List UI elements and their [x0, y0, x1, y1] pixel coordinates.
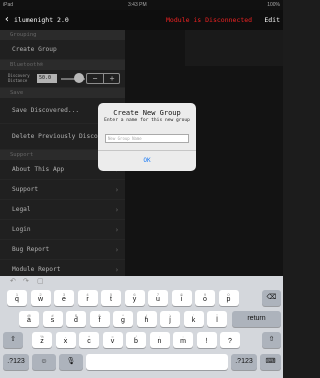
ok-button[interactable]: OK — [98, 151, 196, 171]
key-label: g — [121, 317, 125, 324]
create-group-dialog: Create New Group Enter a name for this n… — [98, 103, 196, 171]
device-label: iPad — [3, 2, 14, 8]
key-label: s — [50, 317, 55, 324]
key-i[interactable]: 8i — [171, 290, 192, 306]
return-key[interactable]: return — [232, 311, 281, 327]
key-p[interactable]: 0p — [218, 290, 239, 306]
key-label: c — [87, 338, 91, 345]
space-bar[interactable] — [86, 354, 228, 370]
key-z[interactable]: % z — [32, 332, 52, 348]
key-label: n — [157, 338, 162, 345]
key-label: z — [40, 338, 44, 345]
key-s[interactable]: # s — [42, 311, 63, 327]
key-label: q — [15, 296, 19, 303]
shift-right-icon[interactable]: ⇧ — [262, 332, 281, 348]
group-name-input[interactable]: New Group Name — [105, 134, 189, 143]
hide-keyboard-icon[interactable]: ⌨ — [260, 354, 281, 370]
key-q[interactable]: 1q — [7, 290, 27, 306]
key-label: k — [191, 317, 196, 324]
microphone-icon[interactable]: 🎙 — [59, 354, 83, 370]
key-label: w — [37, 296, 44, 303]
edit-button[interactable]: Edit — [264, 16, 280, 24]
status-bar: iPad 3:43 PM 100% — [0, 0, 283, 10]
key-o[interactable]: 9o — [195, 290, 215, 306]
key-k[interactable]: ' k — [183, 311, 204, 327]
key-exclaim[interactable]: ,! — [196, 332, 217, 348]
key-r[interactable]: 4r — [77, 290, 98, 306]
key-y[interactable]: 6y — [124, 290, 145, 306]
key-label: u — [156, 296, 160, 303]
back-chevron-icon[interactable]: ‹ — [4, 14, 10, 25]
shift-left-icon[interactable]: ⇧ — [3, 332, 23, 348]
undo-icon[interactable]: ↶ — [10, 277, 16, 285]
numbers-right-key[interactable]: .?123 — [231, 354, 257, 370]
key-label: x — [63, 338, 68, 345]
clock: 3:43 PM — [128, 2, 147, 8]
key-label: r — [86, 296, 89, 303]
key-question[interactable]: .? — [220, 332, 240, 348]
key-label: y — [132, 296, 137, 303]
key-label: j — [169, 317, 171, 324]
numbers-left-key[interactable]: .?123 — [3, 354, 29, 370]
key-l[interactable]: " l — [207, 311, 227, 327]
key-label: m — [180, 338, 186, 345]
key-w[interactable]: 2w — [30, 290, 51, 306]
key-m[interactable]: :m — [173, 332, 193, 348]
key-a[interactable]: @ a — [19, 311, 39, 327]
on-screen-keyboard: ↶ ↷ ▢ 1 q 2 w 3 e 4 r 5 t 6 y 7 u 8 i 9 o 0 p ⌫ @ a # s $ d & f * g(h)… — [0, 276, 283, 378]
key-d[interactable]: $ d — [66, 311, 86, 327]
key-n[interactable]: ; n — [149, 332, 170, 348]
key-v[interactable]: = v — [102, 332, 123, 348]
battery-level: 100% — [267, 2, 280, 8]
key-t[interactable]: 5t — [101, 290, 121, 306]
key-label: e — [62, 296, 66, 303]
key-u[interactable]: 7u — [148, 290, 168, 306]
paste-icon[interactable]: ▢ — [37, 277, 44, 285]
app-title: ilumenight 2.0 — [14, 16, 69, 24]
backspace-icon[interactable]: ⌫ — [262, 290, 281, 306]
key-c[interactable]: + c — [79, 332, 99, 348]
dialog-message: Enter a name for this new group — [104, 118, 190, 123]
redo-icon[interactable]: ↷ — [23, 277, 29, 285]
key-label: d — [74, 317, 78, 324]
connection-status: Module is Disconnected — [166, 16, 253, 24]
key-b[interactable]: / b — [126, 332, 146, 348]
key-h[interactable]: (h — [136, 311, 157, 327]
key-g[interactable]: * g — [113, 311, 133, 327]
key-label: b — [134, 338, 138, 345]
navigation-bar: ‹ ilumenight 2.0 Module is Disconnected … — [0, 10, 283, 30]
key-f[interactable]: & f — [89, 311, 110, 327]
key-j[interactable]: ) j — [160, 311, 180, 327]
key-label: p — [226, 296, 231, 303]
key-x[interactable]: -x — [55, 332, 76, 348]
key-label: v — [110, 338, 115, 345]
dialog-title: Create New Group — [113, 109, 181, 117]
key-e[interactable]: 3e — [54, 290, 74, 306]
key-label: l — [216, 317, 218, 324]
key-label: t — [110, 296, 112, 303]
emoji-icon[interactable]: ☺ — [32, 354, 56, 370]
key-label: a — [27, 317, 31, 324]
key-label: o — [203, 296, 207, 303]
key-label: ? — [228, 338, 232, 345]
key-label: h — [144, 317, 149, 324]
